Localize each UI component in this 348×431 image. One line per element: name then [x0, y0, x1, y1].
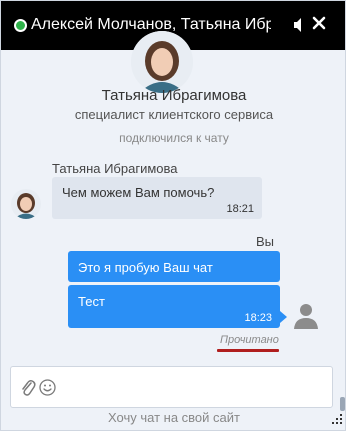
- operator-avatar: [131, 31, 193, 93]
- message-input[interactable]: [61, 371, 325, 405]
- read-status: Прочитано: [220, 334, 279, 346]
- incoming-sender-name: Татьяна Ибрагимова: [52, 161, 178, 176]
- read-status-underline: [217, 349, 279, 352]
- online-status-icon: [14, 19, 27, 32]
- bubble-tail: [280, 311, 287, 323]
- message-text: Тест: [78, 294, 105, 309]
- chat-widget: Алексей Молчанов, Татьяна Ибрагимова Тат…: [0, 0, 346, 431]
- incoming-message: Чем можем Вам помочь? 18:21: [52, 177, 262, 219]
- paperclip-icon[interactable]: [20, 378, 36, 398]
- outgoing-message: Тест 18:23: [68, 285, 280, 328]
- smiley-icon[interactable]: [39, 379, 56, 396]
- operator-name: Татьяна Ибрагимова: [101, 87, 247, 104]
- footer-link[interactable]: Хочу чат на свой сайт: [1, 410, 347, 425]
- outgoing-message: Это я пробую Ваш чат: [68, 251, 280, 282]
- operator-avatar-small: [11, 189, 41, 219]
- message-composer: [10, 366, 333, 408]
- system-message: подключился к чату: [119, 131, 229, 145]
- user-avatar-icon: [294, 304, 318, 329]
- message-time: 18:21: [226, 203, 254, 215]
- resize-grip-icon[interactable]: [331, 413, 343, 425]
- close-icon[interactable]: [312, 16, 326, 30]
- message-text: Чем можем Вам помочь?: [62, 185, 215, 200]
- speaker-icon[interactable]: [293, 17, 305, 33]
- message-time: 18:23: [244, 312, 272, 324]
- scroll-handle[interactable]: [340, 397, 345, 411]
- header-title: Алексей Молчанов, Татьяна Ибрагимова: [31, 16, 271, 33]
- message-text: Это я пробую Ваш чат: [78, 260, 213, 275]
- outgoing-sender-name: Вы: [256, 234, 275, 249]
- operator-role: специалист клиентского сервиса: [74, 107, 274, 122]
